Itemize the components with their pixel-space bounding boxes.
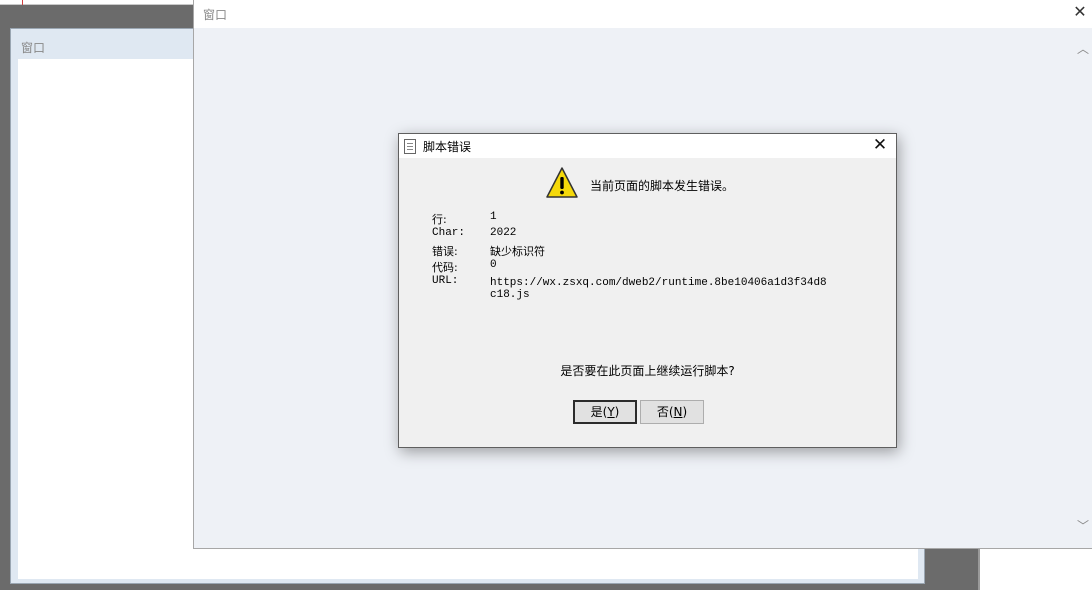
detail-url: https://wx.zsxq.com/dweb2/runtime.8be104… [490, 277, 827, 301]
script-error-dialog: 脚本错误 ✕ 当前页面的脚本发生错误。 行: 1 Char: 2022 错误: … [398, 133, 897, 448]
dialog-title: 脚本错误 [423, 140, 472, 154]
no-button[interactable]: 否(N) [640, 400, 704, 424]
no-label: 否 [656, 405, 669, 419]
dialog-close-icon[interactable]: ✕ [870, 135, 890, 155]
yes-button[interactable]: 是(Y) [573, 400, 637, 424]
yes-label: 是 [590, 405, 603, 419]
detail-label: 错误: [432, 245, 458, 258]
detail-value: 缺少标识符 [490, 245, 545, 258]
detail-value: 0 [490, 259, 497, 271]
detail-value: 1 [490, 211, 497, 223]
detail-label: 行: [432, 213, 447, 226]
front-window-titlebar[interactable]: 窗口 ✕ [194, 0, 1092, 28]
dialog-titlebar[interactable]: 脚本错误 ✕ [399, 134, 896, 158]
scroll-up-icon[interactable]: ︿ [1077, 40, 1089, 57]
error-message: 当前页面的脚本发生错误。 [590, 179, 735, 193]
warning-icon [546, 167, 578, 198]
continue-question: 是否要在此页面上继续运行脚本? [560, 364, 735, 378]
scroll-down-icon[interactable]: ﹀ [1077, 517, 1089, 534]
no-accel: N [673, 405, 683, 419]
detail-label: URL: [432, 275, 459, 287]
document-icon [404, 139, 416, 154]
background-strip [0, 0, 200, 5]
red-marker [22, 0, 23, 5]
detail-value: 2022 [490, 227, 517, 239]
background-window-title: 窗口 [21, 41, 46, 55]
yes-accel: Y [607, 405, 615, 419]
close-icon[interactable]: ✕ [1070, 2, 1090, 22]
detail-label: Char: [432, 227, 466, 239]
front-window-title: 窗口 [203, 8, 228, 22]
detail-label: 代码: [432, 261, 458, 274]
